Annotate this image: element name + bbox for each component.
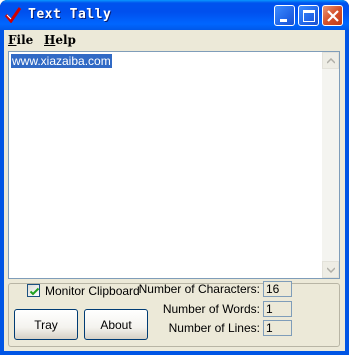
about-button[interactable]: About: [84, 309, 148, 340]
lines-value: 1: [263, 320, 292, 336]
frame-bottom: [0, 351, 349, 355]
chevron-down-icon: [327, 267, 335, 273]
editor-text: www.xiazaiba.com: [11, 54, 112, 68]
words-label: Number of Words:: [162, 302, 260, 316]
menu-help-label: elp: [55, 33, 76, 47]
menu-bar: File Help: [4, 30, 345, 50]
maximize-icon: [303, 10, 315, 22]
words-value: 1: [263, 301, 292, 317]
monitor-clipboard-label[interactable]: Monitor Clipboard: [45, 284, 140, 298]
window-title: Text Tally: [28, 7, 112, 22]
characters-value: 16: [263, 281, 292, 297]
app-window: Text Tally File Help www.xiazaiba.com Mo…: [0, 0, 349, 355]
menu-file[interactable]: File: [8, 33, 33, 47]
characters-label: Number of Characters:: [138, 282, 260, 296]
lines-label: Number of Lines:: [168, 321, 260, 335]
minimize-button[interactable]: [274, 5, 295, 26]
menu-help-mnemonic: H: [44, 33, 56, 47]
vertical-scrollbar[interactable]: [322, 52, 339, 278]
scroll-down-button[interactable]: [322, 261, 339, 278]
title-bar[interactable]: Text Tally: [0, 0, 349, 30]
minimize-icon: [280, 19, 287, 22]
client-area: File Help www.xiazaiba.com Monitor Clipb…: [4, 30, 345, 351]
monitor-clipboard-checkbox[interactable]: [27, 284, 40, 297]
close-icon: [327, 10, 339, 22]
scroll-up-button[interactable]: [322, 52, 339, 69]
menu-help[interactable]: Help: [44, 33, 76, 47]
frame-right: [345, 30, 349, 355]
text-editor[interactable]: www.xiazaiba.com: [8, 51, 340, 279]
chevron-up-icon: [327, 58, 335, 64]
menu-file-label: ile: [16, 33, 34, 47]
checkmark-icon: [29, 287, 40, 296]
menu-file-mnemonic: F: [8, 33, 17, 47]
tray-button[interactable]: Tray: [14, 309, 78, 340]
close-button[interactable]: [322, 5, 343, 26]
app-check-icon: [4, 7, 22, 24]
maximize-button[interactable]: [298, 5, 319, 26]
